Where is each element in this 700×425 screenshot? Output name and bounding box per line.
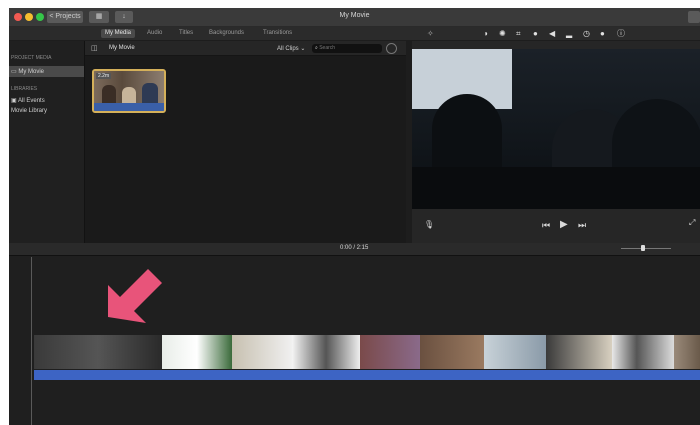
zoom-slider[interactable] (621, 248, 671, 249)
stabilize-icon[interactable]: ● (533, 29, 538, 38)
tab-backgrounds[interactable]: Backgrounds (205, 29, 248, 38)
clip-8[interactable] (546, 335, 613, 369)
zoom-slider-knob[interactable] (641, 245, 645, 251)
timecode: 0:00 / 2:15 (340, 245, 369, 251)
toolbar: My Media Audio Titles Backgrounds Transi… (9, 27, 700, 40)
crop-icon[interactable]: ⌗ (516, 29, 521, 38)
clip-10[interactable] (674, 335, 700, 369)
clip-filter-select[interactable]: All Clips ⌄ (277, 45, 305, 52)
play-button[interactable]: ▶ (560, 219, 568, 230)
volume-icon[interactable]: ◀ (549, 29, 555, 38)
color-correction-icon[interactable]: ✺ (499, 29, 506, 38)
info-icon[interactable]: ⓘ (617, 29, 625, 38)
clip-4[interactable] (292, 335, 361, 369)
tab-titles[interactable]: Titles (175, 29, 197, 38)
playhead[interactable] (31, 257, 32, 425)
search-icon: ⌕ (315, 45, 318, 51)
media-clip-thumbnail[interactable]: 2.2m (92, 69, 166, 113)
video-track[interactable] (34, 335, 700, 369)
filter-icon[interactable]: ● (600, 29, 605, 38)
microphone-icon[interactable]: 🎙 (424, 220, 434, 229)
clip-duration-badge: 2.2m (96, 73, 112, 79)
sidebar-item-movie-library[interactable]: Movie Library (11, 108, 47, 114)
clip-1[interactable] (34, 335, 163, 369)
color-balance-icon[interactable]: ◑ (483, 29, 488, 38)
sidebar-item-my-movie[interactable]: ▭ My Movie (11, 68, 44, 75)
chevron-down-icon: ⌄ (300, 46, 306, 52)
skip-forward-icon[interactable]: ⏭ (578, 220, 586, 231)
clip-6[interactable] (420, 335, 485, 369)
video-preview (412, 49, 700, 209)
clip-2[interactable] (162, 335, 233, 369)
media-browser: ◫ My Movie All Clips ⌄ ⌕ Search 2.2m (85, 41, 406, 243)
project-media-heading: PROJECT MEDIA (11, 55, 52, 61)
speed-icon[interactable]: ◷ (583, 29, 590, 38)
share-button[interactable] (688, 11, 700, 23)
audio-track[interactable] (34, 370, 700, 380)
tab-my-media[interactable]: My Media (101, 29, 136, 38)
browser-title: My Movie (109, 45, 135, 51)
viewer: 🎙 ⏮ ▶ ⏭ ⤢ (412, 41, 700, 243)
libraries-heading: LIBRARIES (11, 86, 38, 92)
noise-reduction-icon[interactable]: ▂ (566, 29, 572, 38)
browser-header: ◫ My Movie All Clips ⌄ ⌕ Search (85, 41, 406, 56)
window-title: My Movie (339, 12, 370, 19)
toggle-sidebar-icon[interactable]: ◫ (91, 44, 98, 52)
title-bar: < Projects ▦ ↓ My Movie (9, 8, 700, 27)
clip-7[interactable] (484, 335, 547, 369)
tab-transitions[interactable]: Transitions (259, 29, 296, 38)
search-input[interactable]: ⌕ Search (312, 44, 382, 53)
libraries-sidebar: PROJECT MEDIA ▭ My Movie LIBRARIES ▣ All… (9, 41, 85, 243)
skip-back-icon[interactable]: ⏮ (542, 220, 550, 231)
sidebar-item-all-events[interactable]: ▣ All Events (11, 97, 45, 104)
film-icon: ▭ (11, 69, 17, 75)
imovie-window: < Projects ▦ ↓ My Movie My Media Audio T… (9, 8, 700, 425)
tab-audio[interactable]: Audio (143, 29, 166, 38)
pointer-arrow-icon (108, 269, 162, 323)
clip-5[interactable] (360, 335, 421, 369)
clip-3[interactable] (232, 335, 293, 369)
timeline-header: 0:00 / 2:15 (9, 243, 700, 256)
fullscreen-icon[interactable]: ⤢ (689, 218, 695, 228)
calendar-icon: ▣ (11, 98, 17, 104)
settings-icon[interactable] (386, 43, 397, 54)
magic-wand-icon[interactable]: ✧ (427, 29, 434, 38)
clip-9[interactable] (612, 335, 675, 369)
